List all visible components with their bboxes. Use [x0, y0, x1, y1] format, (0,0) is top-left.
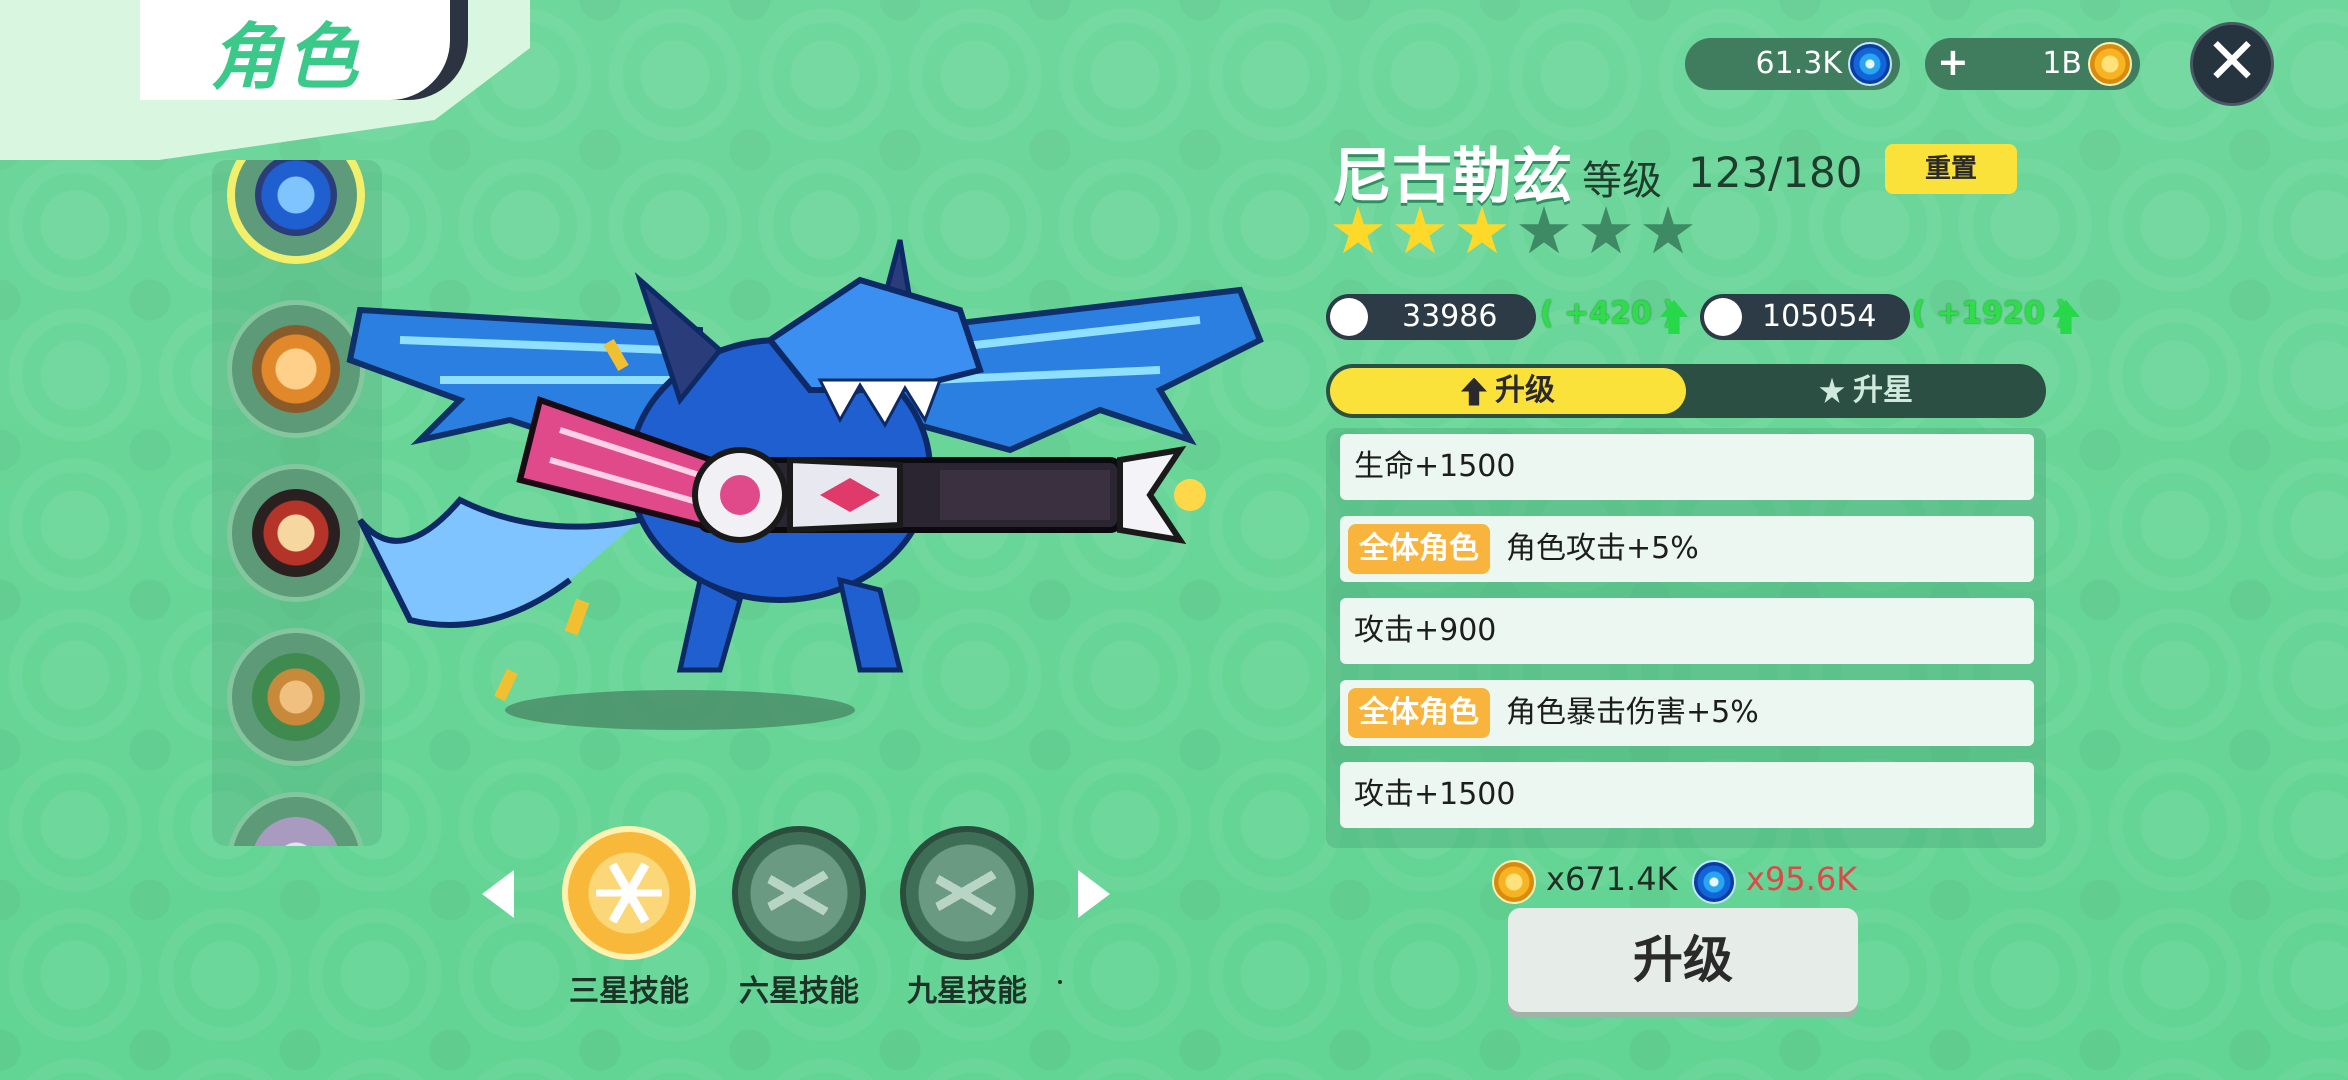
tab-star-up[interactable]: 升星 — [1690, 368, 2042, 414]
star-rating — [1332, 206, 1694, 258]
upgrade-list: 生命+1500 全体角色 角色攻击+5% 攻击+900 全体角色 角色暴击伤害+… — [1326, 428, 2046, 848]
skill-three-star[interactable] — [562, 826, 696, 960]
skill-six-star[interactable] — [732, 826, 866, 960]
upgrade-button[interactable]: 升级 — [1508, 908, 1858, 1012]
heart-icon — [1704, 298, 1742, 336]
gold-amount: 1B — [2042, 46, 2082, 81]
star-empty-icon — [1581, 206, 1631, 254]
attack-bonus: ( +420 ) — [1540, 296, 1677, 331]
gold-coin-icon — [2088, 42, 2132, 86]
gold-cost: x671.4K — [1546, 860, 1678, 898]
tab-upgrade[interactable]: 升级 — [1330, 368, 1686, 414]
upgrade-text: 攻击+1500 — [1354, 777, 1516, 812]
character-name: 尼古勒兹 — [1332, 142, 1572, 212]
hp-bonus: ( +1920 ) — [1912, 296, 2069, 331]
ice-dragon-portrait-icon — [255, 160, 337, 236]
crocodile-rider-portrait-icon — [252, 653, 340, 741]
list-item: 全体角色 角色暴击伤害+5% — [1340, 680, 2034, 746]
attack-stat: 33986 — [1326, 294, 1536, 340]
tab-star-up-label: 升星 — [1853, 373, 1913, 408]
previous-skill-arrow-icon[interactable] — [482, 870, 514, 918]
gold-counter[interactable]: + 1B — [1925, 38, 2140, 90]
star-filled-icon — [1333, 206, 1383, 254]
skill-label: 六星技能 — [739, 974, 859, 1009]
gem-icon — [1692, 860, 1736, 904]
reset-button[interactable]: 重置 — [1885, 144, 2017, 194]
close-button[interactable]: ✕ — [2190, 22, 2274, 106]
arrow-up-icon — [1461, 377, 1487, 406]
ice-dragon-character-art — [346, 239, 1264, 730]
skill-nine-star[interactable] — [900, 826, 1034, 960]
all-characters-badge: 全体角色 — [1348, 688, 1490, 738]
all-characters-badge: 全体角色 — [1348, 524, 1490, 574]
list-item: 生命+1500 — [1340, 434, 2034, 500]
skill-label: 九星技能 — [907, 974, 1027, 1009]
attack-value: 33986 — [1402, 299, 1498, 334]
wing-icon — [934, 860, 1000, 926]
gem-icon — [1848, 42, 1892, 86]
list-item: 全体角色 角色攻击+5% — [1340, 516, 2034, 582]
gem-counter[interactable]: 61.3K — [1685, 38, 1900, 90]
level-value: 123/180 — [1688, 148, 1863, 197]
list-item: 攻击+1500 — [1340, 762, 2034, 828]
star-icon — [1819, 377, 1845, 403]
level-label: 等级 — [1582, 158, 1662, 204]
upgrade-text: 角色暴击伤害+5% — [1506, 695, 1759, 730]
star-filled-icon — [1395, 206, 1445, 254]
tab-upgrade-label: 升级 — [1495, 373, 1555, 408]
plus-icon[interactable]: + — [1937, 40, 1969, 84]
snowflake-icon — [596, 860, 662, 926]
upgrade-text: 攻击+900 — [1354, 613, 1497, 648]
list-item: 攻击+900 — [1340, 598, 2034, 664]
sword-icon — [1330, 298, 1368, 336]
page-title: 角色 — [210, 15, 363, 99]
tab-bar: 升级 升星 — [1326, 364, 2046, 418]
claw-icon — [766, 860, 832, 926]
star-filled-icon — [1457, 206, 1507, 254]
decorative-dot — [1058, 980, 1062, 984]
star-empty-icon — [1519, 206, 1569, 254]
skill-label: 三星技能 — [569, 974, 689, 1009]
gem-amount: 61.3K — [1755, 46, 1842, 81]
gold-coin-icon — [1492, 860, 1536, 904]
orange-dragon-portrait-icon — [252, 325, 340, 413]
next-skill-arrow-icon[interactable] — [1078, 870, 1110, 918]
character-portrait-partial[interactable] — [227, 792, 365, 846]
partial-character-portrait-icon — [252, 817, 340, 846]
upgrade-text: 角色攻击+5% — [1506, 531, 1699, 566]
upgrade-text: 生命+1500 — [1354, 449, 1516, 484]
hp-value: 105054 — [1762, 299, 1877, 334]
caped-hamster-portrait-icon — [252, 489, 340, 577]
hp-stat: 105054 — [1700, 294, 1910, 340]
star-empty-icon — [1643, 206, 1693, 254]
gem-cost: x95.6K — [1746, 860, 1858, 898]
